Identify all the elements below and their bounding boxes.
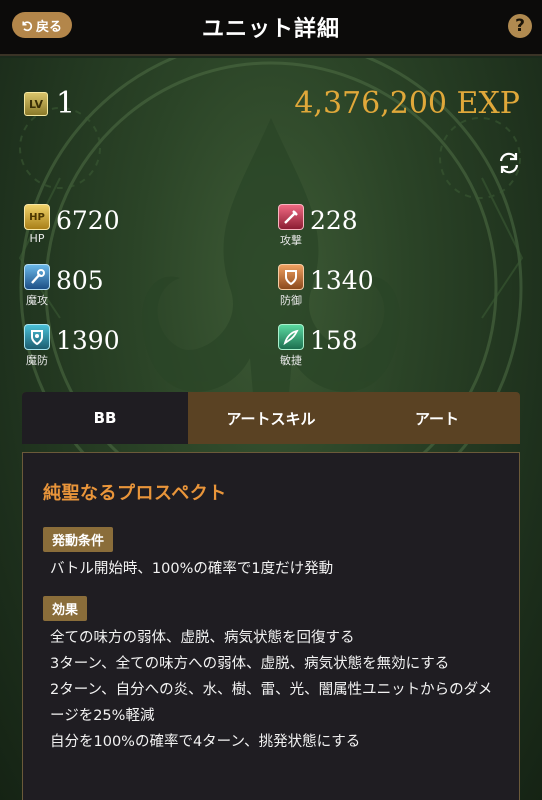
tab-art-skill[interactable]: アートスキル (188, 392, 354, 444)
stat-speed-label: 敏捷 (280, 354, 302, 367)
effect-line: ージを25%軽減 (50, 708, 155, 724)
stat-magic-defense: 魔防 1390 (22, 324, 120, 368)
stat-magic-attack-value: 805 (56, 266, 104, 295)
hp-icon: HP (24, 204, 50, 230)
stat-attack-label: 攻撃 (280, 234, 302, 247)
effect-list: 全ての味方の弱体、虚脱、病気状態を回復する 3ターン、全ての味方への弱体、虚脱、… (43, 625, 499, 755)
refresh-icon[interactable] (496, 150, 522, 176)
effect-line: 3ターン、全ての味方への弱体、虚脱、病気状態を無効にする (50, 656, 450, 672)
level-value: 1 (56, 86, 76, 121)
skill-detail-panel: 純聖なるプロスペクト 発動条件 バトル開始時、100%の確率で1度だけ発動 効果… (22, 452, 520, 800)
stat-speed: 敏捷 158 (276, 324, 358, 368)
page-title: ユニット詳細 (201, 17, 340, 42)
magic-shield-icon (24, 324, 50, 350)
effect-line: 2ターン、自分への炎、水、樹、雷、光、闇属性ユニットからのダメ (50, 682, 493, 698)
undo-icon (22, 20, 33, 31)
sword-icon (278, 204, 304, 230)
skill-name: 純聖なるプロスペクト (43, 483, 227, 504)
help-button[interactable]: ? (508, 14, 532, 38)
wing-icon (278, 324, 304, 350)
stat-magic-defense-label: 魔防 (26, 354, 48, 367)
exp-value: 4,376,200 EXP (294, 86, 520, 121)
stat-magic-defense-value: 1390 (56, 326, 120, 355)
tab-art[interactable]: アート (354, 392, 520, 444)
back-button[interactable]: 戻る (12, 12, 73, 38)
stat-defense-value: 1340 (310, 266, 374, 295)
condition-text: バトル開始時、100%の確率で1度だけ発動 (50, 561, 334, 577)
effect-line: 自分を100%の確率で4ターン、挑発状態にする (50, 734, 361, 750)
stat-attack: 攻撃 228 (276, 204, 358, 248)
stat-speed-value: 158 (310, 326, 358, 355)
stat-defense: 防御 1340 (276, 264, 374, 308)
effect-line: 全ての味方の弱体、虚脱、病気状態を回復する (50, 630, 355, 646)
shield-icon (278, 264, 304, 290)
tab-bb[interactable]: BB (22, 392, 188, 444)
skill-tabs: BB アートスキル アート (22, 392, 520, 444)
staff-icon (24, 264, 50, 290)
condition-tag: 発動条件 (43, 527, 114, 552)
level-badge-icon: LV (24, 92, 48, 116)
stat-attack-value: 228 (310, 206, 358, 235)
stat-magic-attack-label: 魔攻 (26, 294, 48, 307)
stat-magic-attack: 魔攻 805 (22, 264, 104, 308)
top-bar: 戻る ユニット詳細 ? (0, 0, 542, 56)
stat-hp-value: 6720 (56, 206, 120, 235)
stat-hp-label: HP (29, 232, 45, 245)
back-button-label: 戻る (36, 19, 63, 35)
stat-defense-label: 防御 (280, 294, 302, 307)
stat-hp: HP HP 6720 (22, 204, 120, 245)
effect-tag: 効果 (43, 596, 88, 621)
